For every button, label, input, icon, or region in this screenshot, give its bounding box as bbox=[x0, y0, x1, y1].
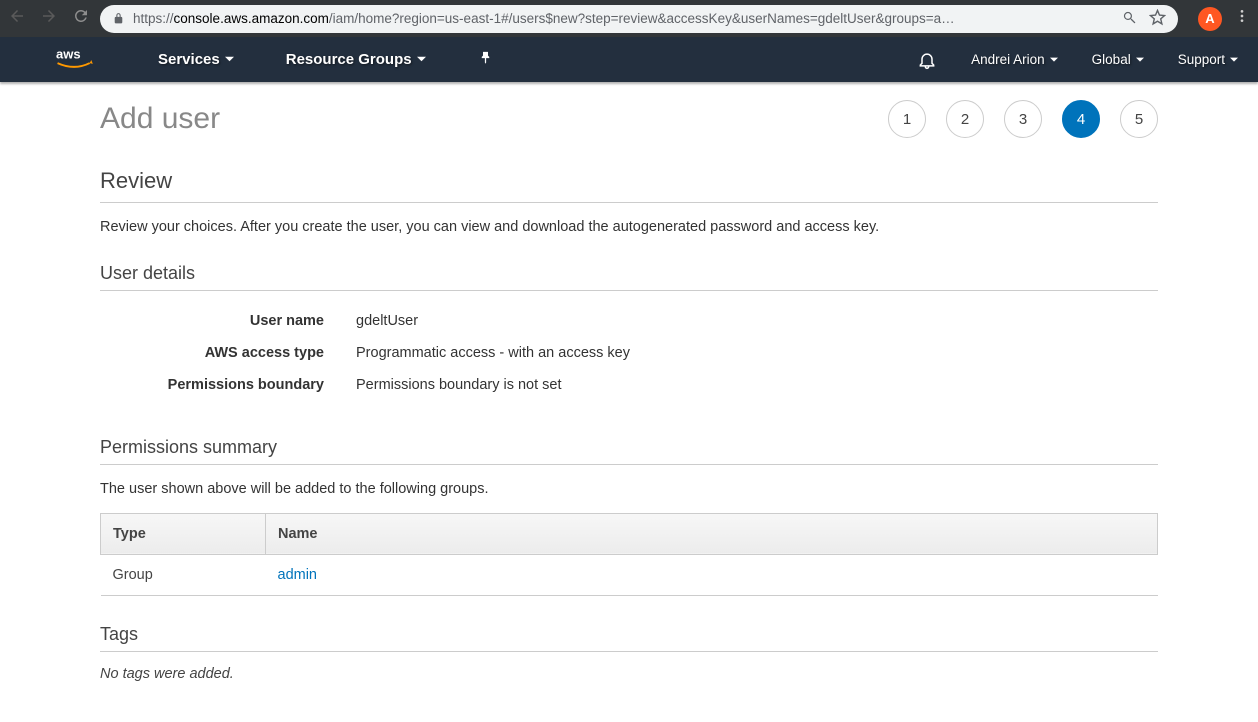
nav-support[interactable]: Support bbox=[1178, 52, 1238, 67]
svg-text:aws: aws bbox=[56, 46, 81, 61]
step-5[interactable]: 5 bbox=[1120, 100, 1158, 138]
tags-heading: Tags bbox=[100, 624, 1158, 652]
url-domain: console.aws.amazon.com bbox=[174, 11, 329, 26]
bookmark-star-icon[interactable] bbox=[1149, 9, 1166, 29]
detail-label-perm-boundary: Permissions boundary bbox=[100, 377, 356, 393]
back-button[interactable] bbox=[8, 7, 26, 30]
detail-label-access-type: AWS access type bbox=[100, 345, 356, 361]
nav-user[interactable]: Andrei Arion bbox=[971, 52, 1058, 67]
url-text: https://console.aws.amazon.com/iam/home?… bbox=[133, 11, 1114, 26]
user-details-grid: User name gdeltUser AWS access type Prog… bbox=[100, 305, 1158, 401]
detail-value-username: gdeltUser bbox=[356, 313, 1158, 329]
wizard-stepper: 1 2 3 4 5 bbox=[888, 100, 1158, 138]
permissions-col-type: Type bbox=[101, 513, 266, 554]
permissions-heading: Permissions summary bbox=[100, 437, 1158, 465]
nav-resource-groups[interactable]: Resource Groups bbox=[286, 51, 426, 68]
tags-empty: No tags were added. bbox=[100, 666, 1158, 682]
permissions-group-link[interactable]: admin bbox=[278, 567, 318, 583]
url-prefix: https:// bbox=[133, 11, 174, 26]
permissions-table: Type Name Group admin bbox=[100, 513, 1158, 596]
user-details-heading: User details bbox=[100, 263, 1158, 291]
aws-logo[interactable]: aws bbox=[56, 46, 102, 74]
step-4[interactable]: 4 bbox=[1062, 100, 1100, 138]
step-2[interactable]: 2 bbox=[946, 100, 984, 138]
profile-avatar[interactable]: A bbox=[1198, 7, 1222, 31]
review-heading: Review bbox=[100, 168, 1158, 203]
detail-value-access-type: Programmatic access - with an access key bbox=[356, 345, 1158, 361]
address-bar[interactable]: https://console.aws.amazon.com/iam/home?… bbox=[100, 5, 1178, 33]
nav-region[interactable]: Global bbox=[1092, 52, 1144, 67]
detail-label-username: User name bbox=[100, 313, 356, 329]
nav-pin-icon[interactable] bbox=[478, 50, 493, 69]
detail-value-perm-boundary: Permissions boundary is not set bbox=[356, 377, 1158, 393]
detail-row: Permissions boundary Permissions boundar… bbox=[100, 369, 1158, 401]
review-text: Review your choices. After you create th… bbox=[100, 217, 1158, 239]
browser-nav-buttons bbox=[8, 7, 90, 30]
reload-button[interactable] bbox=[72, 7, 90, 30]
detail-row: AWS access type Programmatic access - wi… bbox=[100, 337, 1158, 369]
permissions-text: The user shown above will be added to th… bbox=[100, 479, 1158, 501]
nav-services[interactable]: Services bbox=[158, 51, 234, 68]
step-1[interactable]: 1 bbox=[888, 100, 926, 138]
title-row: Add user 1 2 3 4 5 bbox=[100, 100, 1158, 138]
table-row: Group admin bbox=[101, 554, 1158, 595]
kebab-menu-icon[interactable] bbox=[1234, 8, 1250, 29]
detail-row: User name gdeltUser bbox=[100, 305, 1158, 337]
notifications-bell-icon[interactable] bbox=[917, 50, 937, 70]
url-path: /iam/home?region=us-east-1#/users$new?st… bbox=[329, 11, 955, 26]
page-title: Add user bbox=[100, 102, 220, 136]
step-3[interactable]: 3 bbox=[1004, 100, 1042, 138]
avatar-letter: A bbox=[1205, 11, 1214, 26]
page-content: Add user 1 2 3 4 5 Review Review your ch… bbox=[0, 82, 1258, 682]
browser-toolbar: https://console.aws.amazon.com/iam/home?… bbox=[0, 0, 1258, 37]
lock-icon bbox=[112, 12, 125, 25]
aws-topnav: aws Services Resource Groups Andrei Ario… bbox=[0, 37, 1258, 82]
search-in-page-icon[interactable] bbox=[1122, 10, 1137, 28]
forward-button[interactable] bbox=[40, 7, 58, 30]
permissions-row-type: Group bbox=[101, 554, 266, 595]
permissions-col-name: Name bbox=[266, 513, 1158, 554]
